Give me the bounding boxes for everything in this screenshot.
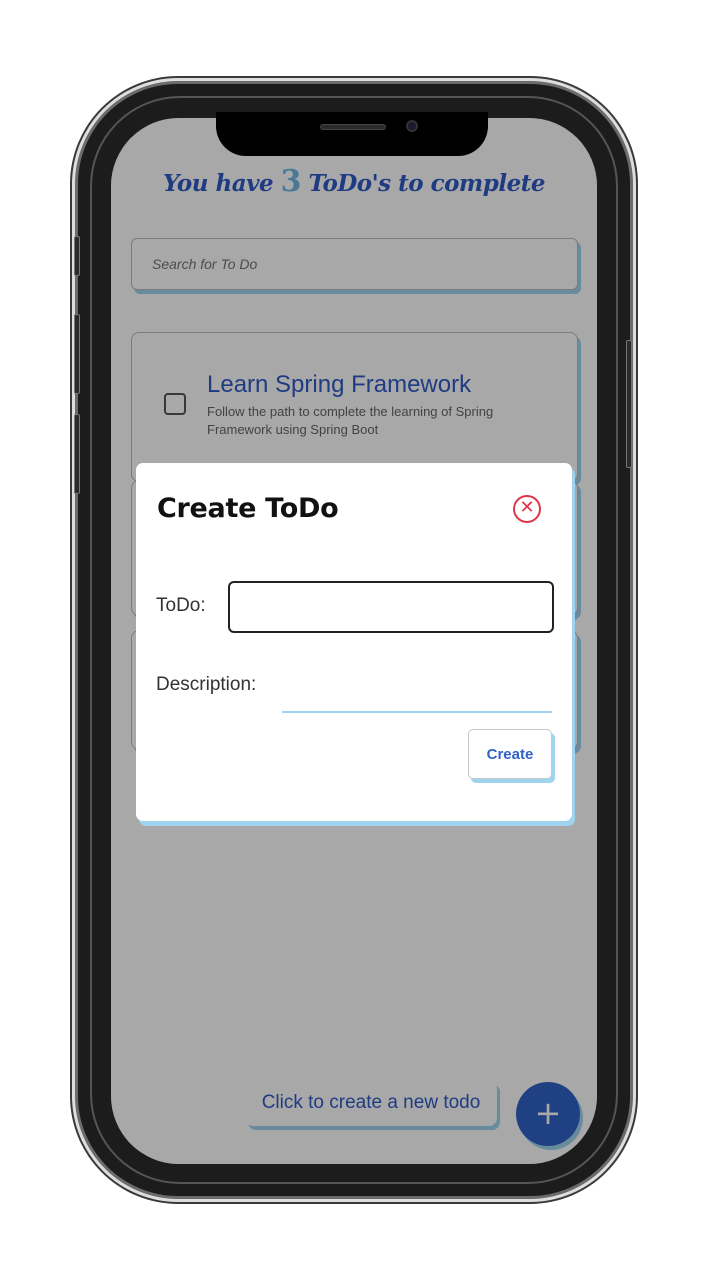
description-input[interactable]	[282, 661, 552, 713]
dialog-title: Create ToDo	[157, 493, 339, 524]
volume-down-button	[74, 414, 80, 494]
silent-switch	[74, 236, 80, 276]
volume-up-button	[74, 314, 80, 394]
power-button	[626, 340, 632, 468]
phone-notch	[216, 112, 488, 156]
todo-field-label: ToDo:	[156, 595, 206, 616]
speaker-grille	[320, 124, 386, 130]
create-button[interactable]: Create	[468, 729, 552, 779]
phone-screen: You have 3 ToDo's to complete Learn Spri…	[111, 118, 597, 1164]
description-field-label: Description:	[156, 674, 257, 695]
close-circle-icon[interactable]: ✕	[513, 495, 541, 523]
create-todo-dialog: Create ToDo ✕ ToDo: Description: Create	[136, 463, 572, 821]
todo-input[interactable]	[228, 581, 554, 633]
camera-icon	[406, 120, 418, 132]
